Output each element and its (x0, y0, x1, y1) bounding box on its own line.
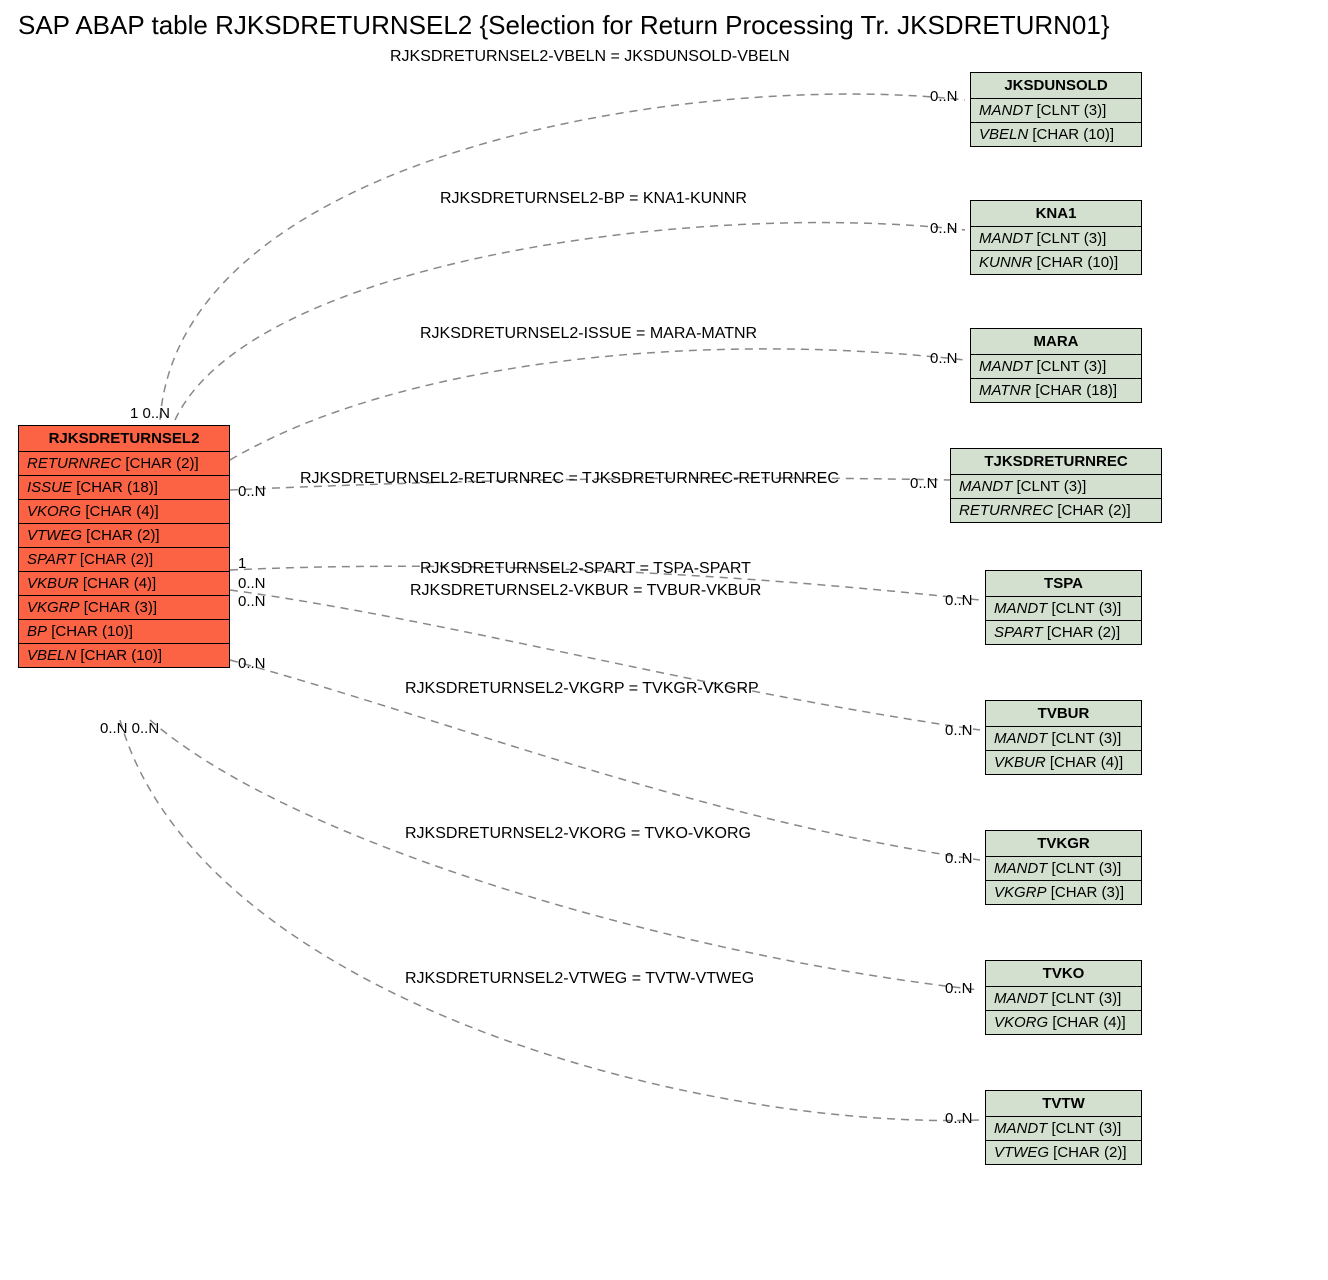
cardinality-label: 0..N (238, 655, 266, 672)
cardinality-label: 0..N (945, 1110, 973, 1127)
entity-field: KUNNR [CHAR (10)] (971, 251, 1141, 274)
entity-name: TVKGR (986, 831, 1141, 857)
edge-label: RJKSDRETURNSEL2-VKGRP = TVKGR-VKGRP (405, 680, 759, 698)
entity-field: MANDT [CLNT (3)] (986, 857, 1141, 881)
edge-label: RJKSDRETURNSEL2-RETURNREC = TJKSDRETURNR… (300, 470, 839, 488)
entity-tspa: TSPA MANDT [CLNT (3)] SPART [CHAR (2)] (985, 570, 1142, 645)
entity-main-field: BP [CHAR (10)] (19, 620, 229, 644)
edge-label: RJKSDRETURNSEL2-VKBUR = TVBUR-VKBUR (410, 582, 761, 600)
entity-main-field: ISSUE [CHAR (18)] (19, 476, 229, 500)
entity-main-field: SPART [CHAR (2)] (19, 548, 229, 572)
diagram-title: SAP ABAP table RJKSDRETURNSEL2 {Selectio… (18, 10, 1110, 41)
entity-jksdunsold: JKSDUNSOLD MANDT [CLNT (3)] VBELN [CHAR … (970, 72, 1142, 147)
cardinality-label: 0..N (945, 592, 973, 609)
entity-field: MANDT [CLNT (3)] (971, 99, 1141, 123)
edge-label: RJKSDRETURNSEL2-BP = KNA1-KUNNR (440, 190, 747, 208)
entity-field: VKORG [CHAR (4)] (986, 1011, 1141, 1034)
cardinality-label: 0..N (945, 722, 973, 739)
entity-field: MANDT [CLNT (3)] (986, 727, 1141, 751)
edge-label: RJKSDRETURNSEL2-SPART = TSPA-SPART (420, 560, 751, 578)
entity-kna1: KNA1 MANDT [CLNT (3)] KUNNR [CHAR (10)] (970, 200, 1142, 275)
cardinality-label: 0..N (238, 483, 266, 500)
cardinality-label: 1 0..N (130, 405, 170, 422)
entity-field: VTWEG [CHAR (2)] (986, 1141, 1141, 1164)
entity-name: TVBUR (986, 701, 1141, 727)
entity-field: VKBUR [CHAR (4)] (986, 751, 1141, 774)
edge-label: RJKSDRETURNSEL2-ISSUE = MARA-MATNR (420, 325, 757, 343)
entity-name: TVKO (986, 961, 1141, 987)
entity-name: TJKSDRETURNREC (951, 449, 1161, 475)
entity-tvko: TVKO MANDT [CLNT (3)] VKORG [CHAR (4)] (985, 960, 1142, 1035)
cardinality-label: 1 (238, 555, 246, 572)
entity-main-field: VKGRP [CHAR (3)] (19, 596, 229, 620)
entity-name: JKSDUNSOLD (971, 73, 1141, 99)
entity-tjksdreturnrec: TJKSDRETURNREC MANDT [CLNT (3)] RETURNRE… (950, 448, 1162, 523)
entity-field: MANDT [CLNT (3)] (971, 227, 1141, 251)
cardinality-label: 0..N (945, 850, 973, 867)
entity-name: TSPA (986, 571, 1141, 597)
cardinality-label: 0..N (945, 980, 973, 997)
entity-mara: MARA MANDT [CLNT (3)] MATNR [CHAR (18)] (970, 328, 1142, 403)
entity-tvtw: TVTW MANDT [CLNT (3)] VTWEG [CHAR (2)] (985, 1090, 1142, 1165)
entity-field: MANDT [CLNT (3)] (986, 1117, 1141, 1141)
entity-field: MANDT [CLNT (3)] (986, 987, 1141, 1011)
entity-name: TVTW (986, 1091, 1141, 1117)
entity-field: MANDT [CLNT (3)] (986, 597, 1141, 621)
cardinality-label: 0..N (238, 575, 266, 592)
entity-field: VBELN [CHAR (10)] (971, 123, 1141, 146)
entity-tvkgr: TVKGR MANDT [CLNT (3)] VKGRP [CHAR (3)] (985, 830, 1142, 905)
entity-main-field: VKORG [CHAR (4)] (19, 500, 229, 524)
entity-main-field: VBELN [CHAR (10)] (19, 644, 229, 667)
entity-name: MARA (971, 329, 1141, 355)
entity-name: KNA1 (971, 201, 1141, 227)
entity-field: SPART [CHAR (2)] (986, 621, 1141, 644)
entity-field: MANDT [CLNT (3)] (951, 475, 1161, 499)
entity-field: VKGRP [CHAR (3)] (986, 881, 1141, 904)
entity-main-field: VKBUR [CHAR (4)] (19, 572, 229, 596)
edge-label: RJKSDRETURNSEL2-VKORG = TVKO-VKORG (405, 825, 751, 843)
entity-main-field: RETURNREC [CHAR (2)] (19, 452, 229, 476)
entity-main-field: VTWEG [CHAR (2)] (19, 524, 229, 548)
entity-tvbur: TVBUR MANDT [CLNT (3)] VKBUR [CHAR (4)] (985, 700, 1142, 775)
entity-field: MATNR [CHAR (18)] (971, 379, 1141, 402)
edge-label: RJKSDRETURNSEL2-VTWEG = TVTW-VTWEG (405, 970, 754, 988)
cardinality-label: 0..N 0..N (100, 720, 159, 737)
cardinality-label: 0..N (910, 475, 938, 492)
cardinality-label: 0..N (238, 593, 266, 610)
entity-field: RETURNREC [CHAR (2)] (951, 499, 1161, 522)
cardinality-label: 0..N (930, 220, 958, 237)
cardinality-label: 0..N (930, 350, 958, 367)
cardinality-label: 0..N (930, 88, 958, 105)
entity-main-name: RJKSDRETURNSEL2 (19, 426, 229, 452)
entity-main: RJKSDRETURNSEL2 RETURNREC [CHAR (2)] ISS… (18, 425, 230, 668)
entity-field: MANDT [CLNT (3)] (971, 355, 1141, 379)
edge-label: RJKSDRETURNSEL2-VBELN = JKSDUNSOLD-VBELN (390, 48, 790, 66)
